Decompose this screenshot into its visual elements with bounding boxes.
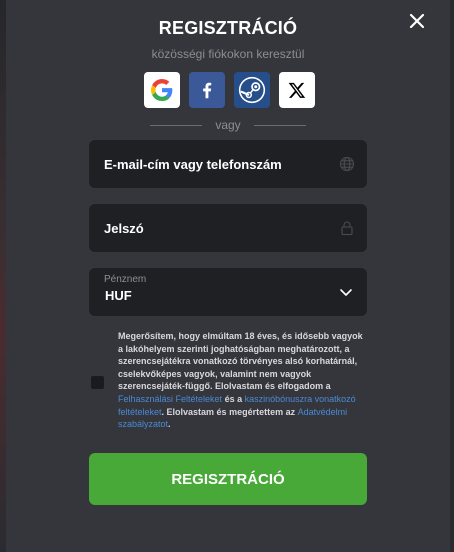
modal-subtitle: közösségi fiókokon keresztül (151, 47, 305, 61)
terms-text-part2: és a (222, 393, 245, 404)
password-field[interactable]: Jelszó (89, 204, 367, 252)
register-button[interactable]: REGISZTRÁCIÓ (89, 453, 367, 505)
currency-value: HUF (105, 288, 132, 303)
divider-line-right (253, 124, 306, 126)
registration-modal: REGISZTRÁCIÓ közösségi fiókokon keresztü… (6, 0, 450, 552)
currency-label: Pénznem (104, 274, 147, 285)
divider-line-left (150, 124, 202, 126)
or-divider: vagy (150, 118, 306, 132)
lock-icon (341, 221, 353, 236)
email-phone-placeholder: E-mail-cím vagy telefonszám (104, 157, 282, 172)
terms-text: Megerősítem, hogy elmúltam 18 éves, és i… (118, 330, 368, 431)
x-icon (288, 82, 306, 98)
chevron-down-icon[interactable] (339, 285, 353, 299)
steam-icon (238, 76, 266, 104)
currency-select[interactable]: Pénznem HUF (89, 268, 367, 316)
divider-text: vagy (215, 118, 241, 132)
terms-of-use-link[interactable]: Felhasználási Feltételeket (118, 394, 222, 404)
facebook-login-button[interactable] (189, 72, 225, 108)
terms-text-part1: Megerősítem, hogy elmúltam 18 éves, és i… (118, 331, 363, 392)
social-login-buttons (144, 72, 315, 108)
password-placeholder: Jelszó (104, 221, 144, 236)
background-right-edge (450, 0, 454, 552)
terms-checkbox[interactable] (91, 376, 104, 389)
steam-login-button[interactable] (234, 72, 270, 108)
email-phone-field[interactable]: E-mail-cím vagy telefonszám (89, 140, 367, 188)
x-login-button[interactable] (279, 72, 315, 108)
terms-text-part3: . Elolvastam és megértettem az (161, 406, 298, 417)
modal-title: REGISZTRÁCIÓ (158, 18, 298, 38)
terms-text-part4: . (168, 419, 171, 430)
google-icon (151, 79, 173, 101)
google-login-button[interactable] (144, 72, 180, 108)
globe-icon (339, 156, 355, 172)
facebook-icon (203, 82, 212, 99)
